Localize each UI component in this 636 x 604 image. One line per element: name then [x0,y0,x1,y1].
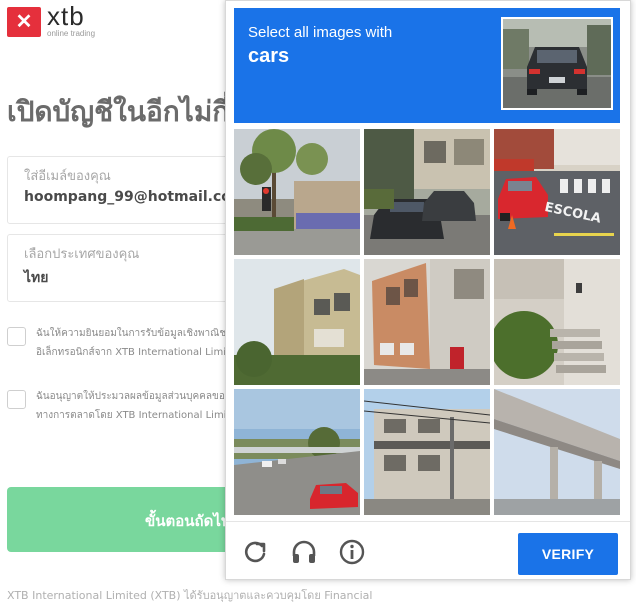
email-field-value[interactable]: hoompang_99@hotmail.com [24,189,245,205]
captcha-challenge: Select all images with cars ESCOLA VERIF… [225,0,631,580]
captcha-image-grid: ESCOLA [234,129,620,517]
captcha-tile-parked-cars[interactable] [364,129,490,255]
captcha-tile-brick-building[interactable] [364,259,490,385]
consent-data-row: ฉันอนุญาตให้ประมวลผลข้อมูลส่วนบุคคลของฉั… [7,390,243,430]
captcha-sample-car-image [501,17,613,110]
captcha-toolbar: VERIFY [226,521,630,580]
country-select-label: เลือกประเทศของคุณ [24,247,140,262]
next-step-button-label: ขั้นตอนถัดไป [145,512,231,530]
captcha-tile-elevated-overpass[interactable] [494,389,620,515]
captcha-tile-red-car-crosswalk[interactable]: ESCOLA [494,129,620,255]
captcha-prompt: Select all images with [248,24,393,41]
email-field-label: ใส่อีเมล์ของคุณ [24,169,111,184]
captcha-tile-palms-street[interactable] [234,129,360,255]
captcha-tile-apartment-wires[interactable] [364,389,490,515]
captcha-tile-stairs-garden[interactable] [494,259,620,385]
info-icon[interactable] [338,538,366,566]
verify-button[interactable]: VERIFY [518,533,618,575]
consent-commercial-text-1: ฉันให้ความยินยอมในการรับข้อมูลเชิงพาณิชย… [36,328,233,339]
consent-commercial-checkbox[interactable] [7,327,26,346]
email-field[interactable]: ใส่อีเมล์ของคุณ hoompang_99@hotmail.com [7,156,259,224]
captcha-header: Select all images with cars [234,8,620,123]
captcha-target: cars [248,45,290,67]
consent-data-checkbox[interactable] [7,390,26,409]
headphones-audio-icon[interactable] [290,538,318,566]
captcha-tile-house-wall[interactable] [234,259,360,385]
country-select-value[interactable]: ไทย [24,267,48,289]
consent-data-text-2: ทางการตลาดโดย XTB International Limited [36,410,243,421]
captcha-tile-highway-red-car[interactable] [234,389,360,515]
brand-tagline: online trading [47,29,96,38]
reload-icon[interactable] [242,538,270,566]
consent-data-text-1: ฉันอนุญาตให้ประมวลผลข้อมูลส่วนบุคคลของฉั… [36,391,244,402]
consent-commercial-row: ฉันให้ความยินยอมในการรับข้อมูลเชิงพาณิชย… [7,327,242,367]
brand-logo-text: xtb [47,1,85,31]
country-select[interactable]: เลือกประเทศของคุณ ไทย [7,234,259,302]
footer-regulation-text: XTB International Limited (XTB) ได้รับอน… [7,589,373,602]
xtb-logo-mark: ✕ [7,7,41,37]
x-logo-icon: ✕ [15,11,33,33]
consent-commercial-text-2: อิเล็กทรอนิกส์จาก XTB International Limi… [36,347,243,358]
